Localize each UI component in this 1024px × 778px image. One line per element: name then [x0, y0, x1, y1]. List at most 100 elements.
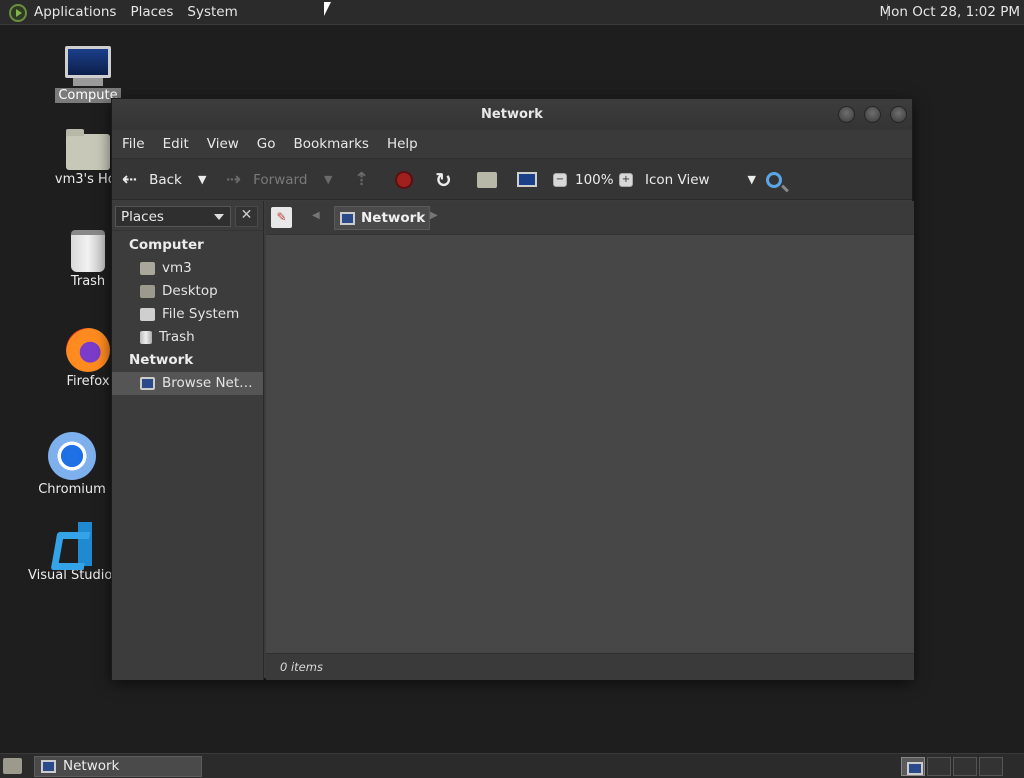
breadcrumb-network[interactable]: Network — [334, 206, 431, 230]
sidebar-item-label: Browse Net… — [162, 375, 253, 391]
stop-button[interactable] — [395, 159, 413, 200]
sidebar-item-label: File System — [162, 306, 240, 322]
forward-button[interactable]: ⇢ Forward — [226, 159, 307, 200]
sidebar-item-label: Desktop — [162, 283, 218, 299]
search-icon — [766, 171, 782, 188]
menu-view[interactable]: View — [207, 136, 239, 152]
reload-button[interactable]: ↻ — [435, 159, 452, 200]
zoom-level[interactable]: 100% — [575, 159, 614, 200]
zoom-out-button[interactable]: − — [553, 159, 567, 200]
stop-icon — [395, 170, 413, 189]
sidebar-item-desktop[interactable]: Desktop — [112, 280, 263, 303]
view-mode-select[interactable]: Icon View ▼ — [645, 159, 756, 200]
sidebar-item-label: vm3 — [162, 260, 192, 276]
file-view-area[interactable] — [266, 235, 914, 653]
network-icon — [140, 377, 155, 390]
menu-file[interactable]: File — [122, 136, 145, 152]
menu-help[interactable]: Help — [387, 136, 418, 152]
sidebar-item-label: Trash — [159, 329, 195, 345]
edit-location-toggle-icon[interactable]: ✎ — [271, 207, 292, 228]
desktop-icon-label: Trash — [70, 274, 106, 289]
forward-history-dropdown[interactable]: ▼ — [324, 159, 332, 200]
desktop-icon-label: Visual Studio Co — [28, 568, 119, 583]
workspace-4[interactable] — [979, 757, 1003, 776]
breadcrumb-label: Network — [361, 210, 426, 226]
desktop-icon-label: Chromium — [38, 482, 106, 497]
sidebar-mode-select[interactable]: Places — [115, 206, 231, 227]
app-menu-logo-icon[interactable] — [9, 4, 27, 22]
maximize-button[interactable] — [864, 106, 881, 123]
computer-icon — [517, 172, 537, 187]
breadcrumb-scroll-left-icon[interactable]: ◀ — [312, 210, 320, 221]
sidebar-header: Places ✕ — [112, 201, 263, 231]
clock[interactable]: Mon Oct 28, 1:02 PM — [879, 4, 1020, 20]
zoom-in-button[interactable]: + — [619, 159, 633, 200]
drive-icon — [140, 308, 155, 321]
computer-stand — [73, 78, 103, 86]
workspace-2[interactable] — [927, 757, 951, 776]
back-arrow-icon: ⇠ — [122, 169, 138, 190]
item-count: 0 items — [280, 660, 323, 674]
zoom-value: 100% — [575, 171, 614, 188]
window-titlebar[interactable]: Network — [112, 99, 912, 130]
taskbar-window-button[interactable]: Network — [34, 756, 202, 777]
chevron-down-icon: ▼ — [747, 173, 757, 186]
trash-icon — [71, 230, 105, 272]
sidebar-item-file-system[interactable]: File System — [112, 303, 263, 326]
desktop-icon-label: Firefox — [66, 374, 110, 389]
up-arrow-icon: ⇡ — [354, 169, 370, 190]
places-list: Computer vm3 Desktop File System Trash N… — [112, 231, 263, 395]
minimize-button[interactable] — [838, 106, 855, 123]
up-button[interactable]: ⇡ — [354, 159, 369, 200]
top-menu: Applications Places System — [34, 4, 252, 20]
zoom-in-icon: + — [619, 172, 633, 187]
file-manager-window: Network File Edit View Go Bookmarks Help ⇠ Ba… — [111, 98, 914, 680]
network-icon — [41, 760, 56, 773]
sidebar-heading-computer: Computer — [129, 237, 204, 253]
toolbar: ⇠ Back ▼ ⇢ Forward ▼ ⇡ ↻ − 100% + Icon V… — [112, 158, 912, 200]
back-button[interactable]: ⇠ Back — [122, 159, 182, 200]
chevron-down-icon — [214, 214, 224, 220]
computer-button[interactable] — [517, 159, 537, 200]
sidebar-heading-network: Network — [129, 352, 194, 368]
home-button[interactable] — [477, 159, 497, 200]
sidebar-close-button[interactable]: ✕ — [235, 206, 258, 227]
workspace-3[interactable] — [953, 757, 977, 776]
search-button[interactable] — [766, 159, 782, 200]
status-bar: 0 items — [266, 653, 914, 680]
show-desktop-icon[interactable] — [3, 758, 22, 774]
firefox-icon — [66, 328, 110, 372]
breadcrumb-scroll-right-icon[interactable]: ▶ — [430, 210, 438, 221]
mouse-cursor-icon — [324, 2, 331, 16]
trash-icon — [140, 331, 152, 344]
zoom-out-icon: − — [553, 172, 567, 187]
sidebar-item-vm3[interactable]: vm3 — [112, 257, 263, 280]
network-icon — [340, 212, 355, 225]
sidebar-item-trash[interactable]: Trash — [112, 326, 263, 349]
home-icon — [477, 171, 497, 188]
menu-edit[interactable]: Edit — [163, 136, 189, 152]
top-panel: Applications Places System Mon Oct 28, 1:0… — [0, 0, 1024, 25]
workspace-1[interactable] — [901, 757, 925, 776]
applications-menu[interactable]: Applications — [34, 4, 116, 20]
window-title: Network — [481, 107, 543, 122]
menu-bookmarks[interactable]: Bookmarks — [294, 136, 369, 152]
vscode-icon — [50, 522, 94, 566]
system-menu[interactable]: System — [187, 4, 237, 20]
bottom-panel: Network — [0, 753, 1024, 778]
back-label: Back — [149, 171, 182, 188]
home-folder-icon — [140, 262, 155, 275]
sidebar-item-browse-network[interactable]: Browse Net… — [112, 372, 263, 395]
chevron-down-icon: ▼ — [198, 173, 207, 186]
computer-icon — [65, 46, 111, 78]
chromium-icon — [48, 432, 96, 480]
forward-arrow-icon: ⇢ — [226, 169, 242, 190]
menu-go[interactable]: Go — [257, 136, 276, 152]
sidebar-mode-value: Places — [121, 209, 164, 225]
chevron-down-icon: ▼ — [324, 173, 333, 186]
home-folder-icon — [66, 129, 110, 170]
back-history-dropdown[interactable]: ▼ — [198, 159, 206, 200]
close-button[interactable] — [890, 106, 907, 123]
places-menu[interactable]: Places — [130, 4, 173, 20]
sidebar: Places ✕ Computer vm3 Desktop File Syste… — [112, 201, 264, 680]
